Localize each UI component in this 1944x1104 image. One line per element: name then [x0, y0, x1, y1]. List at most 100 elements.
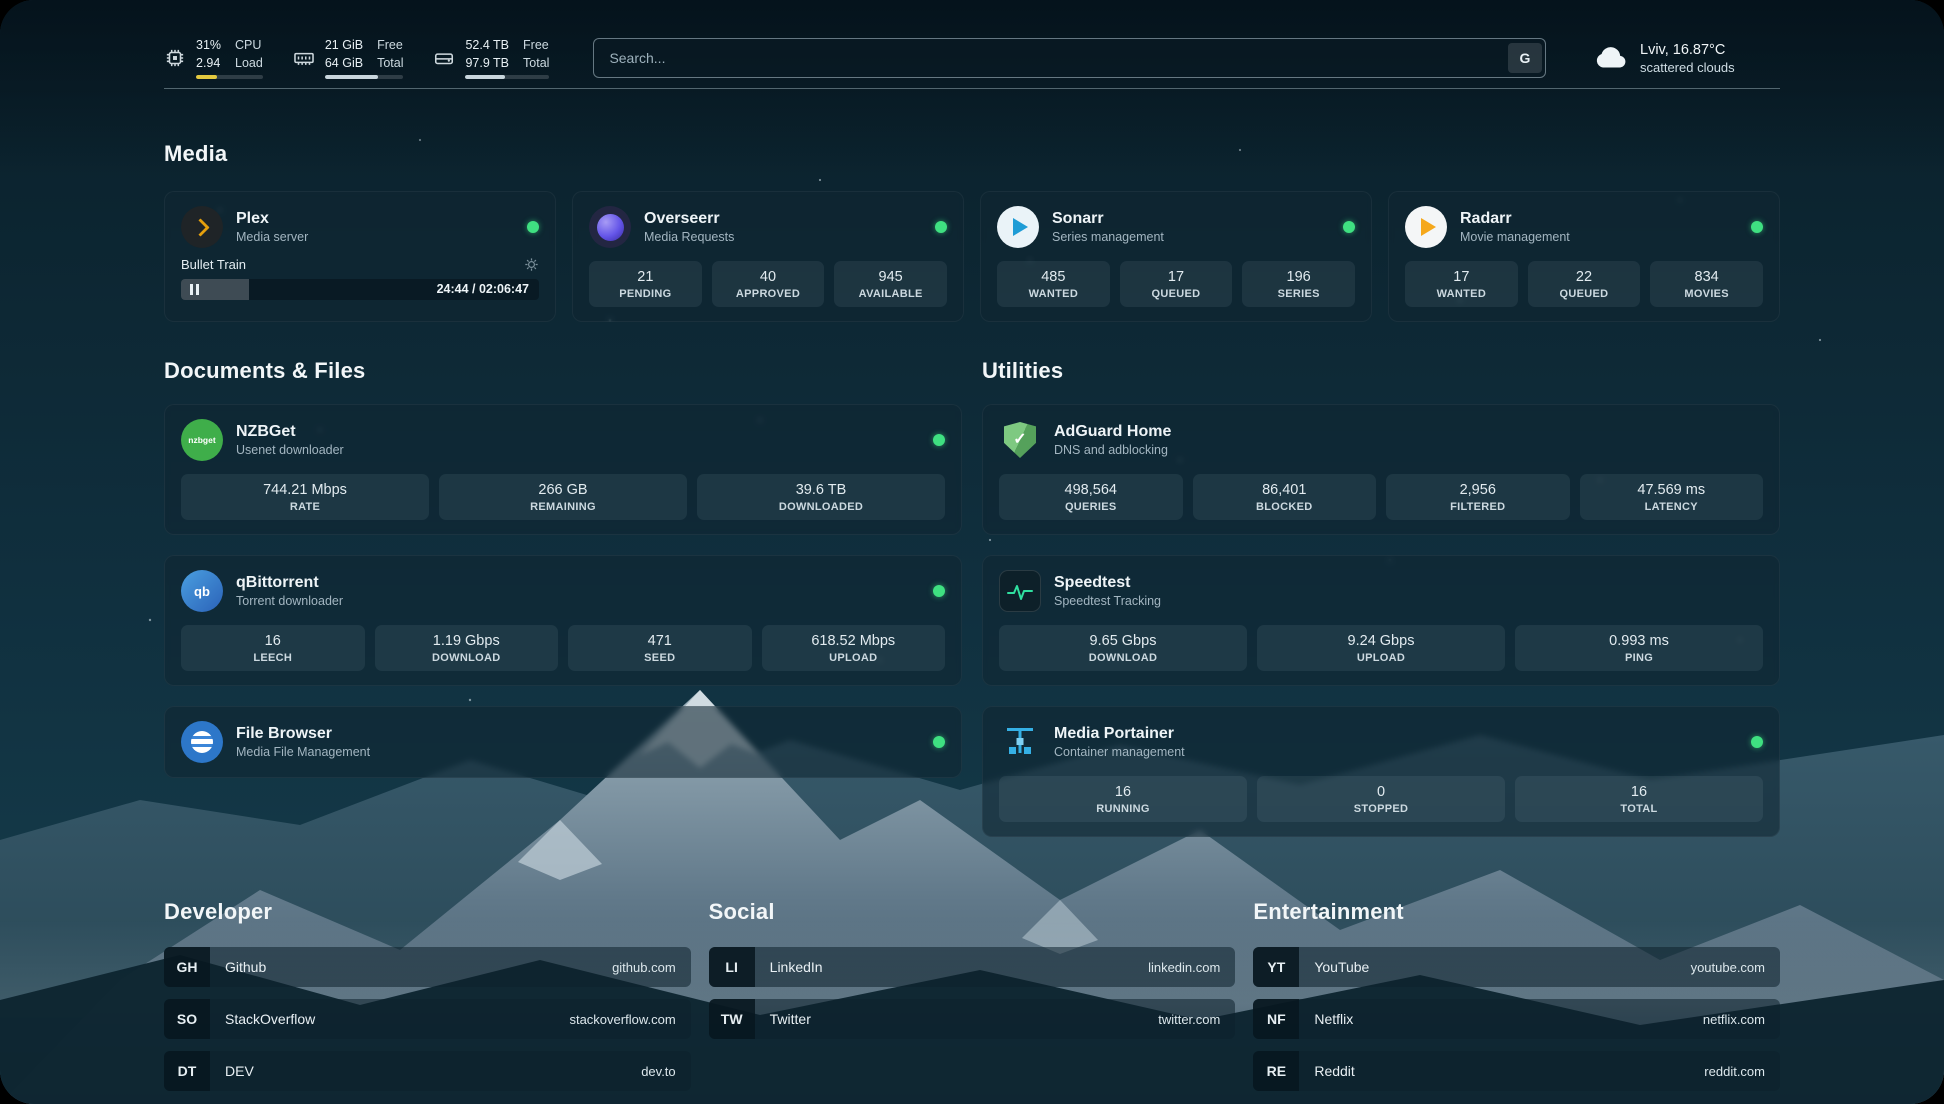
cpu-chip-icon	[164, 47, 186, 69]
app-subtitle: Media Requests	[644, 230, 734, 244]
ram-label-bottom: Total	[377, 55, 403, 72]
stat-download: 9.65 GbpsDOWNLOAD	[999, 625, 1247, 671]
stat-series: 196SERIES	[1242, 261, 1355, 307]
bookmark-url: youtube.com	[1691, 960, 1765, 975]
search-engine-button[interactable]: G	[1508, 43, 1542, 73]
app-card-nzbget[interactable]: nzbget NZBGet Usenet downloader 744.21 M…	[164, 404, 962, 535]
ram-label-top: Free	[377, 37, 403, 54]
cpu-load: 2.94	[196, 55, 221, 72]
app-card-radarr[interactable]: Radarr Movie management 17WANTED 22QUEUE…	[1388, 191, 1780, 322]
pause-button[interactable]	[190, 284, 199, 295]
cpu-widget: 31% 2.94 CPU Load	[164, 37, 263, 80]
bookmark-url: reddit.com	[1704, 1064, 1765, 1079]
weather-condition: scattered clouds	[1640, 60, 1735, 75]
bookmark-abbr: RE	[1253, 1051, 1299, 1091]
stat-blocked: 86,401BLOCKED	[1193, 474, 1377, 520]
stat-wanted: 485WANTED	[997, 261, 1110, 307]
app-name: Overseerr	[644, 210, 734, 228]
documents-cards: nzbget NZBGet Usenet downloader 744.21 M…	[164, 404, 962, 778]
ram-labels: Free Total	[377, 37, 403, 72]
plex-icon	[181, 206, 223, 248]
cpu-values: 31% 2.94	[196, 37, 221, 72]
bookmark-url: dev.to	[641, 1064, 675, 1079]
app-name: AdGuard Home	[1054, 423, 1171, 441]
app-subtitle: Torrent downloader	[236, 594, 343, 608]
bookmark-dev[interactable]: DT DEV dev.to	[164, 1051, 691, 1091]
sonarr-icon	[997, 206, 1039, 248]
bookmark-url: twitter.com	[1158, 1012, 1220, 1027]
app-card-filebrowser[interactable]: File Browser Media File Management	[164, 706, 962, 778]
bookmark-abbr: NF	[1253, 999, 1299, 1039]
app-card-adguard[interactable]: ✓ AdGuard Home DNS and adblocking 498,56…	[982, 404, 1780, 535]
bookmarks-social: Social LI LinkedIn linkedin.com TW Twitt…	[709, 899, 1236, 1103]
app-subtitle: Usenet downloader	[236, 443, 344, 457]
disk-values: 52.4 TB 97.9 TB	[465, 37, 509, 72]
bookmark-abbr: GH	[164, 947, 210, 987]
app-card-sonarr[interactable]: Sonarr Series management 485WANTED 17QUE…	[980, 191, 1372, 322]
stat-remaining: 266 GBREMAINING	[439, 474, 687, 520]
app-subtitle: DNS and adblocking	[1054, 443, 1171, 457]
qbittorrent-icon: qb	[181, 570, 223, 612]
radarr-icon	[1405, 206, 1447, 248]
section-title-media: Media	[164, 141, 1780, 167]
bookmark-name: LinkedIn	[770, 959, 823, 975]
app-name: Plex	[236, 210, 308, 228]
app-card-portainer[interactable]: Media Portainer Container management 16R…	[982, 706, 1780, 837]
app-name: Radarr	[1460, 210, 1570, 228]
stat-downloaded: 39.6 TBDOWNLOADED	[697, 474, 945, 520]
cpu-percent: 31%	[196, 37, 221, 54]
bookmark-url: netflix.com	[1703, 1012, 1765, 1027]
app-name: NZBGet	[236, 423, 344, 441]
speedtest-icon	[999, 570, 1041, 612]
cpu-labels: CPU Load	[235, 37, 263, 72]
app-subtitle: Movie management	[1460, 230, 1570, 244]
status-dot	[933, 585, 945, 597]
app-name: Sonarr	[1052, 210, 1164, 228]
bookmark-stackoverflow[interactable]: SO StackOverflow stackoverflow.com	[164, 999, 691, 1039]
bookmark-netflix[interactable]: NF Netflix netflix.com	[1253, 999, 1780, 1039]
bookmark-url: linkedin.com	[1148, 960, 1220, 975]
stat-pending: 21PENDING	[589, 261, 702, 307]
gear-icon[interactable]	[524, 257, 539, 272]
ram-widget: 21 GiB 64 GiB Free Total	[293, 37, 404, 80]
stat-queued: 17QUEUED	[1120, 261, 1233, 307]
weather-widget: Lviv, 16.87°C scattered clouds	[1590, 42, 1780, 75]
section-title-social: Social	[709, 899, 1236, 925]
status-dot	[933, 434, 945, 446]
disk-labels: Free Total	[523, 37, 549, 72]
status-dot	[527, 221, 539, 233]
bookmark-youtube[interactable]: YT YouTube youtube.com	[1253, 947, 1780, 987]
bookmark-linkedin[interactable]: LI LinkedIn linkedin.com	[709, 947, 1236, 987]
utilities-cards: ✓ AdGuard Home DNS and adblocking 498,56…	[982, 404, 1780, 837]
stat-stopped: 0STOPPED	[1257, 776, 1505, 822]
search-input[interactable]	[597, 42, 1508, 74]
app-card-overseerr[interactable]: Overseerr Media Requests 21PENDING 40APP…	[572, 191, 964, 322]
status-dot	[1751, 221, 1763, 233]
bookmark-twitter[interactable]: TW Twitter twitter.com	[709, 999, 1236, 1039]
search-bar: G	[593, 38, 1546, 78]
stat-download: 1.19 GbpsDOWNLOAD	[375, 625, 559, 671]
playback-progress-bar[interactable]: 24:44 / 02:06:47	[181, 279, 539, 300]
nzbget-icon: nzbget	[181, 419, 223, 461]
section-title-entertainment: Entertainment	[1253, 899, 1780, 925]
ram-values: 21 GiB 64 GiB	[325, 37, 363, 72]
cpu-label-bottom: Load	[235, 55, 263, 72]
disk-usage-bar	[465, 75, 549, 79]
dashboard-content: 31% 2.94 CPU Load	[0, 0, 1944, 1104]
ram-usage-bar	[325, 75, 404, 79]
cloud-icon	[1590, 45, 1628, 71]
app-card-plex[interactable]: Plex Media server Bullet Train 24:44 / 0	[164, 191, 556, 322]
app-subtitle: Media server	[236, 230, 308, 244]
status-dot	[1343, 221, 1355, 233]
portainer-icon	[999, 721, 1041, 763]
app-card-speedtest[interactable]: Speedtest Speedtest Tracking 9.65 GbpsDO…	[982, 555, 1780, 686]
stat-leech: 16LEECH	[181, 625, 365, 671]
bookmark-github[interactable]: GH Github github.com	[164, 947, 691, 987]
ram-icon	[293, 47, 315, 69]
disk-free: 52.4 TB	[465, 37, 509, 54]
app-card-qbittorrent[interactable]: qb qBittorrent Torrent downloader 16LEEC…	[164, 555, 962, 686]
stat-approved: 40APPROVED	[712, 261, 825, 307]
stat-upload: 9.24 GbpsUPLOAD	[1257, 625, 1505, 671]
status-dot	[1751, 736, 1763, 748]
bookmark-reddit[interactable]: RE Reddit reddit.com	[1253, 1051, 1780, 1091]
